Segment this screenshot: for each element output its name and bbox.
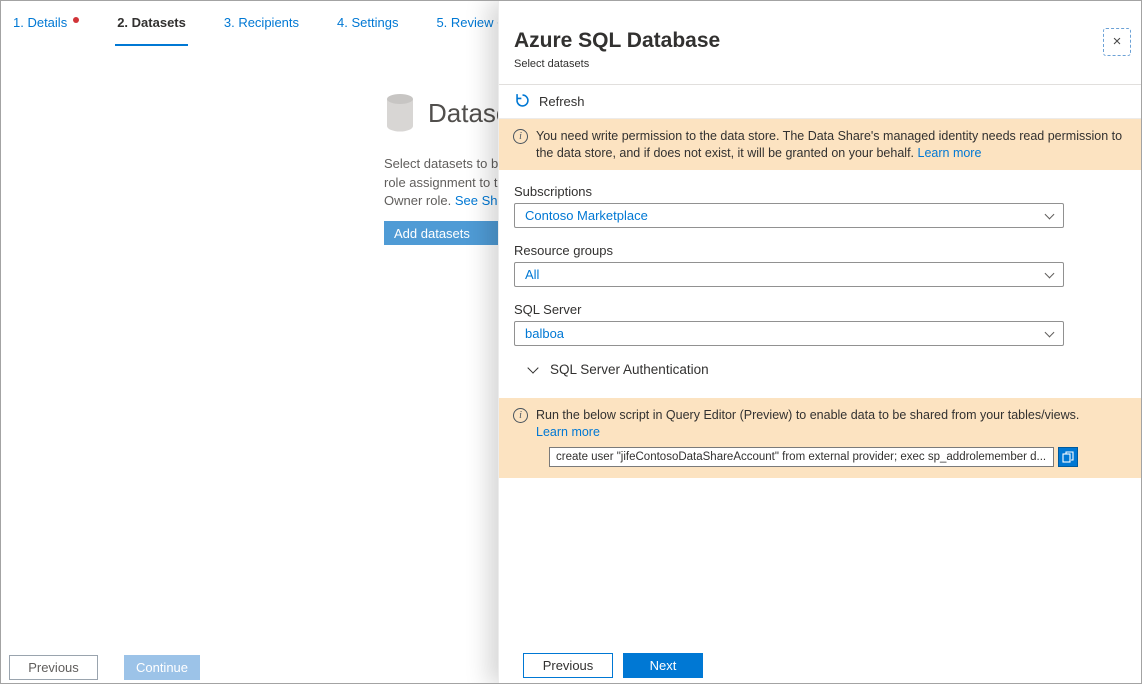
tab-settings[interactable]: 4. Settings: [335, 1, 400, 46]
permission-notice-text: You need write permission to the data st…: [536, 128, 1129, 161]
script-notice-text: Run the below script in Query Editor (Pr…: [536, 407, 1092, 440]
panel-title: Azure SQL Database: [514, 29, 720, 53]
script-learn-more-link[interactable]: Learn more: [536, 425, 600, 439]
resource-groups-dropdown[interactable]: All: [514, 262, 1064, 287]
required-dot-icon: [73, 17, 79, 23]
sql-server-label: SQL Server: [514, 302, 581, 317]
wizard-previous-button[interactable]: Previous: [9, 655, 98, 680]
sql-server-value: balboa: [525, 326, 564, 341]
description-line-1: Select datasets to be: [384, 155, 505, 174]
chevron-down-icon: [1045, 268, 1055, 278]
panel-next-button[interactable]: Next: [623, 653, 703, 678]
close-icon[interactable]: ×: [1103, 28, 1131, 56]
panel-header: Azure SQL Database Select datasets ×: [499, 1, 1142, 85]
resource-groups-value: All: [525, 267, 539, 282]
sql-server-dropdown[interactable]: balboa: [514, 321, 1064, 346]
panel-subtitle: Select datasets: [514, 58, 589, 70]
chevron-down-icon: [1045, 209, 1055, 219]
app-window: 1. Details 2. Datasets 3. Recipients 4. …: [0, 0, 1142, 684]
panel-previous-button[interactable]: Previous: [523, 653, 613, 678]
wizard-continue-button[interactable]: Continue: [124, 655, 200, 680]
info-icon: i: [513, 129, 528, 144]
description-line-2: role assignment to t: [384, 174, 505, 193]
copy-icon[interactable]: [1058, 447, 1078, 467]
refresh-label: Refresh: [539, 94, 585, 109]
refresh-icon: [515, 93, 530, 111]
chevron-down-icon: [527, 362, 538, 373]
tab-recipients-label: 3. Recipients: [224, 15, 299, 30]
sql-script-field[interactable]: create user "jifeContosoDataShareAccount…: [549, 447, 1054, 467]
database-icon: [385, 93, 415, 138]
script-notice-banner: i Run the below script in Query Editor (…: [499, 398, 1142, 478]
datasets-description: Select datasets to be role assignment to…: [384, 155, 505, 211]
permission-learn-more-link[interactable]: Learn more: [918, 146, 982, 160]
sql-server-authentication-label: SQL Server Authentication: [550, 362, 709, 377]
tab-recipients[interactable]: 3. Recipients: [222, 1, 301, 46]
azure-sql-database-panel: Azure SQL Database Select datasets × Ref…: [498, 1, 1142, 684]
add-datasets-button[interactable]: Add datasets: [384, 221, 514, 245]
subscriptions-label: Subscriptions: [514, 184, 592, 199]
tab-settings-label: 4. Settings: [337, 15, 398, 30]
permission-notice-banner: i You need write permission to the data …: [499, 119, 1142, 170]
tab-datasets[interactable]: 2. Datasets: [115, 1, 188, 46]
tab-details[interactable]: 1. Details: [11, 1, 81, 46]
tab-details-label: 1. Details: [13, 15, 67, 30]
chevron-down-icon: [1045, 327, 1055, 337]
sql-server-authentication-expander[interactable]: SQL Server Authentication: [529, 362, 709, 377]
refresh-button[interactable]: Refresh: [499, 85, 1142, 119]
subscriptions-value: Contoso Marketplace: [525, 208, 648, 223]
resource-groups-label: Resource groups: [514, 243, 613, 258]
script-row: create user "jifeContosoDataShareAccount…: [549, 447, 1092, 467]
description-line-3: Owner role. See Sha: [384, 192, 505, 211]
subscriptions-dropdown[interactable]: Contoso Marketplace: [514, 203, 1064, 228]
tab-datasets-label: 2. Datasets: [117, 15, 186, 30]
info-icon: i: [513, 408, 528, 423]
